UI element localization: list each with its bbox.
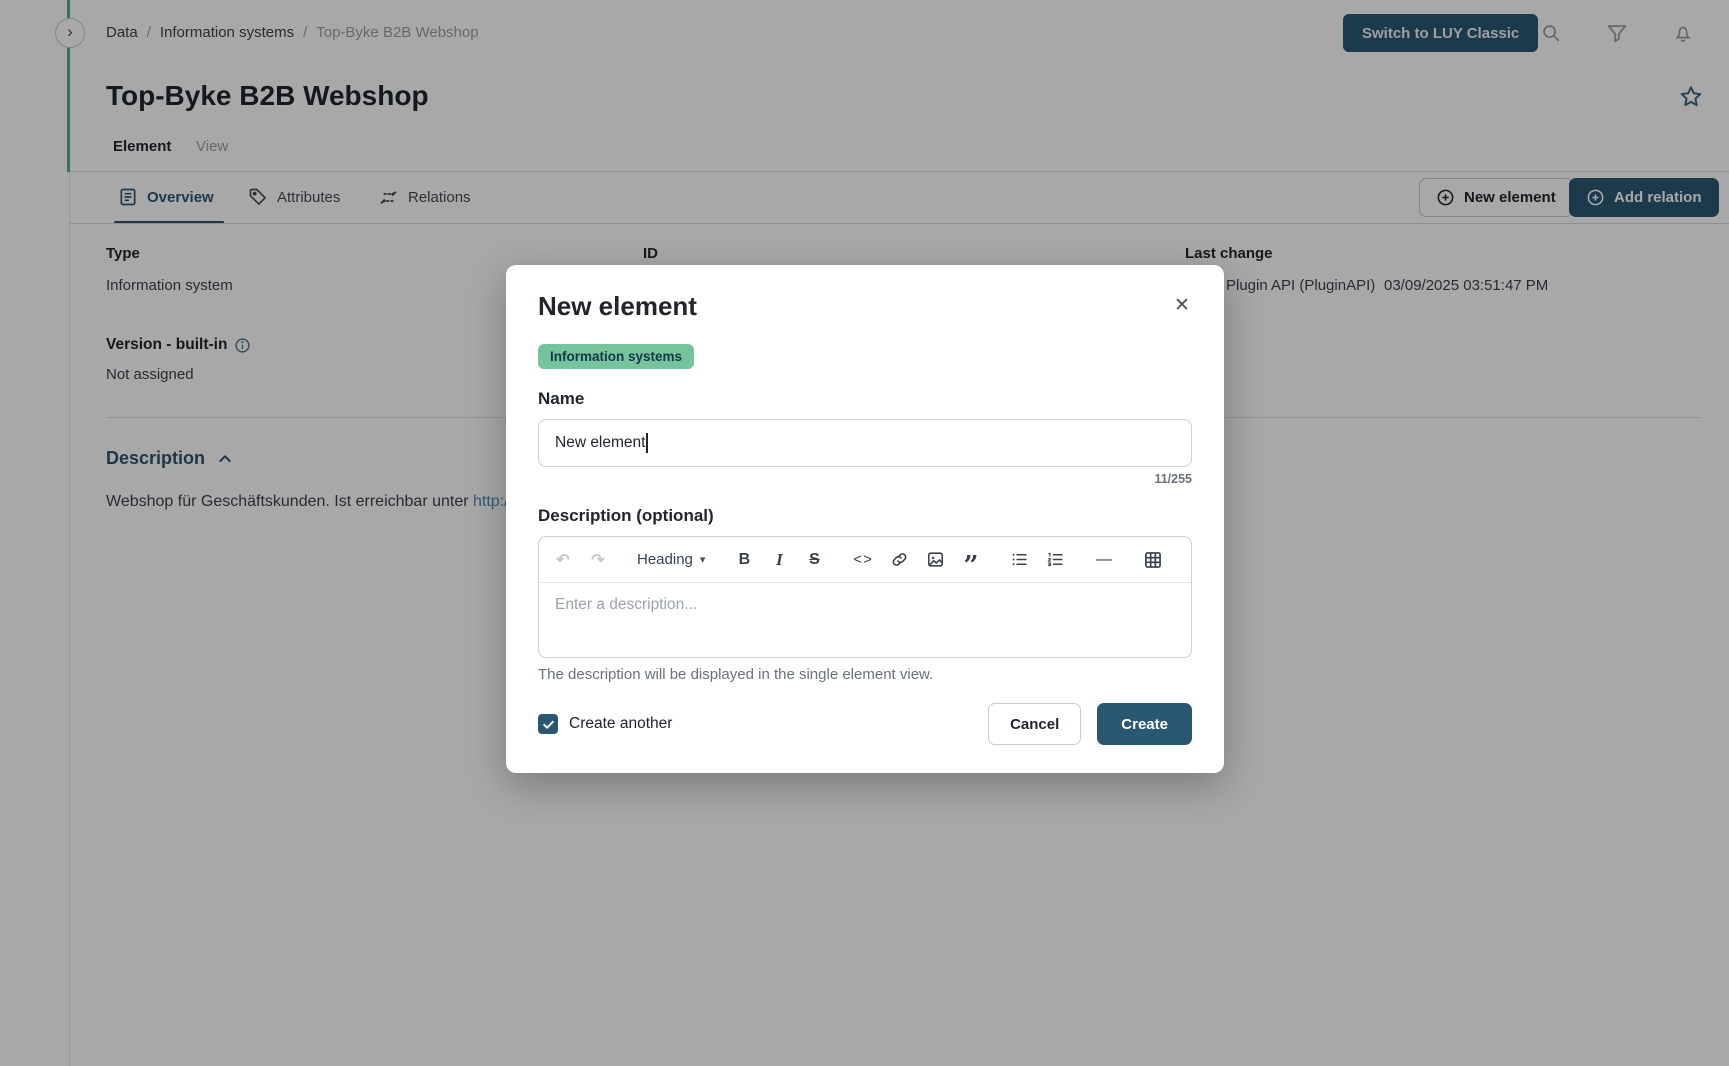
cancel-button[interactable]: Cancel <box>988 703 1081 745</box>
modal-title: New element <box>538 291 1192 322</box>
type-badge: Information systems <box>538 344 694 369</box>
new-element-modal: New element ✕ Information systems Name N… <box>506 265 1224 773</box>
editor-toolbar: ↶ ↷ Heading ▾ B I S <> ” — <box>539 537 1191 583</box>
link-icon[interactable] <box>889 545 910 575</box>
checkbox-checked-icon <box>538 714 558 734</box>
heading-dropdown[interactable]: Heading ▾ <box>636 545 706 575</box>
italic-icon[interactable]: I <box>769 545 789 575</box>
table-icon[interactable] <box>1142 545 1164 575</box>
strikethrough-icon[interactable]: S <box>804 545 824 575</box>
bold-icon[interactable]: B <box>734 545 754 575</box>
text-caret <box>646 433 648 453</box>
char-counter: 11/255 <box>538 472 1192 486</box>
image-icon[interactable] <box>925 545 946 575</box>
description-label: Description (optional) <box>538 506 1192 526</box>
redo-icon[interactable]: ↷ <box>588 545 608 575</box>
name-input[interactable]: New element <box>538 419 1192 467</box>
ordered-list-icon[interactable] <box>1045 545 1066 575</box>
name-input-value: New element <box>555 434 645 452</box>
description-helper-text: The description will be displayed in the… <box>538 666 1192 683</box>
create-another-checkbox[interactable]: Create another <box>538 714 672 734</box>
undo-icon[interactable]: ↶ <box>553 545 573 575</box>
create-button[interactable]: Create <box>1097 703 1192 745</box>
blockquote-icon[interactable]: ” <box>961 545 981 575</box>
description-textarea[interactable]: Enter a description... <box>539 583 1191 657</box>
description-editor: ↶ ↷ Heading ▾ B I S <> ” — Enter a descr… <box>538 536 1192 658</box>
chevron-down-icon: ▾ <box>700 553 706 566</box>
close-icon[interactable]: ✕ <box>1168 291 1196 319</box>
code-icon[interactable]: <> <box>852 545 874 575</box>
create-another-label: Create another <box>569 715 672 733</box>
name-label: Name <box>538 389 1192 409</box>
modal-footer: Create another Cancel Create <box>538 703 1192 745</box>
heading-dropdown-label: Heading <box>637 551 693 568</box>
horizontal-rule-icon[interactable]: — <box>1094 545 1114 575</box>
bullet-list-icon[interactable] <box>1009 545 1030 575</box>
